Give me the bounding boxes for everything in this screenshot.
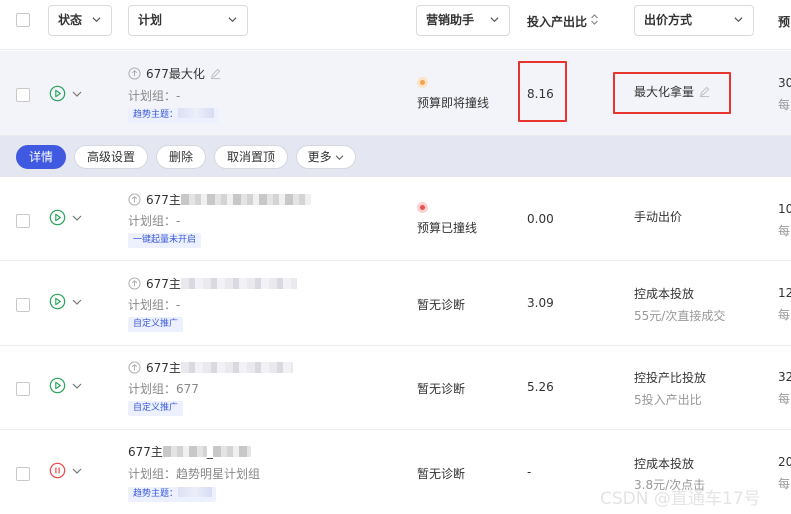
plan-tag: 自定义推广 (128, 317, 184, 332)
unpin-button[interactable]: 取消置顶 (214, 145, 288, 169)
danger-dot (417, 202, 428, 213)
budget-value: 20 (778, 455, 791, 469)
chevron-down-icon (92, 17, 101, 23)
budget-value: 12 (778, 286, 791, 300)
marketing-assistant-dropdown[interactable]: 营销助手 (416, 5, 510, 36)
plan-name[interactable]: 677主 (128, 191, 311, 208)
bid-target: 5投入产出比 (634, 393, 702, 407)
chevron-down-icon[interactable] (72, 467, 82, 475)
roi-value: - (527, 465, 532, 479)
row-checkbox[interactable] (16, 298, 30, 312)
plan-group: 计划组：- (128, 298, 181, 312)
plan-tag: 趋势主题： (128, 487, 216, 502)
table-row[interactable]: 677主 计划组：677 自定义推广 暂无诊断 5.26 控投产比投放 5投入产… (0, 346, 791, 430)
details-button[interactable]: 详情 (16, 145, 66, 169)
plan-tag: 趋势主题： (128, 108, 218, 123)
assistant-status[interactable]: 暂无诊断 (417, 380, 465, 397)
budget-sub: 每 (778, 308, 791, 322)
plan-filter-label: 计划 (138, 13, 163, 27)
plan-group: 计划组：趋势明星计划组 (128, 467, 261, 481)
edit-icon[interactable] (209, 67, 222, 80)
budget-value: 30 (778, 76, 791, 90)
more-label: 更多 (307, 150, 332, 164)
plan-name[interactable]: 677主 _ (128, 443, 251, 460)
chevron-down-icon[interactable] (72, 382, 82, 390)
pin-top-icon (128, 193, 141, 206)
plan-name[interactable]: 677最大化 (128, 65, 222, 82)
budget-sub: 每 (778, 392, 791, 406)
roi-column-header[interactable]: 投入产出比 (527, 13, 587, 30)
chevron-down-icon[interactable] (72, 90, 82, 98)
warning-dot (417, 77, 428, 88)
status-filter-dropdown[interactable]: 状态 (48, 5, 112, 36)
pin-top-icon (128, 277, 141, 290)
budget-sub: 每 (778, 224, 791, 238)
assistant-status[interactable]: 暂无诊断 (417, 296, 465, 313)
roi-value: 0.00 (527, 212, 554, 226)
status-filter-label: 状态 (58, 13, 83, 27)
chevron-down-icon (490, 17, 499, 23)
row-action-bar: 详情 高级设置 删除 取消置顶 更多 (0, 136, 791, 177)
assistant-status[interactable]: 预算即将撞线 (417, 94, 489, 111)
table-row[interactable]: 677主 计划组：- 自定义推广 暂无诊断 3.09 控成本投放 55元/次直接… (0, 261, 791, 346)
assistant-status[interactable]: 预算已撞线 (417, 219, 477, 236)
more-button[interactable]: 更多 (296, 145, 356, 169)
plan-tag: 一键起量未开启 (128, 233, 202, 248)
plan-name-text: 677主 (146, 193, 181, 207)
plan-tag: 自定义推广 (128, 401, 184, 416)
plan-name-text: 677最大化 (146, 67, 205, 81)
plan-name[interactable]: 677主 (128, 359, 293, 376)
bid-method-label: 出价方式 (644, 13, 693, 27)
bid-method[interactable]: 控成本投放 (634, 455, 694, 472)
highlight-box-bid (613, 72, 731, 114)
chevron-down-icon (336, 155, 344, 160)
budget-value: 32 (778, 370, 791, 384)
play-icon[interactable] (49, 377, 66, 394)
chevron-down-icon[interactable] (72, 298, 82, 306)
advanced-settings-button[interactable]: 高级设置 (74, 145, 148, 169)
pin-top-icon (128, 67, 141, 80)
plan-name-text: 677主 (146, 361, 181, 375)
assistant-status[interactable]: 暂无诊断 (417, 465, 465, 482)
plan-group: 计划组：- (128, 214, 181, 228)
budget-column-header: 预 (778, 15, 791, 29)
chevron-down-icon (734, 17, 743, 23)
chevron-down-icon[interactable] (72, 214, 82, 222)
bid-target: 55元/次直接成交 (634, 309, 726, 323)
row-checkbox[interactable] (16, 214, 30, 228)
roi-value: 3.09 (527, 296, 554, 310)
plan-name-text: 677主 (128, 445, 163, 459)
sort-icon[interactable] (590, 13, 599, 26)
row-checkbox[interactable] (16, 88, 30, 102)
plan-name[interactable]: 677主 (128, 275, 297, 292)
table-row[interactable]: 677主 计划组：- 一键起量未开启 预算已撞线 0.00 手动出价 10 每 (0, 177, 791, 261)
highlight-box-roi (518, 61, 567, 122)
budget-sub: 每 (778, 98, 791, 112)
bid-method-dropdown[interactable]: 出价方式 (634, 5, 754, 36)
plan-filter-dropdown[interactable]: 计划 (128, 5, 248, 36)
marketing-assistant-label: 营销助手 (426, 13, 475, 27)
bid-method[interactable]: 控投产比投放 (634, 369, 706, 386)
play-icon[interactable] (49, 85, 66, 102)
watermark: CSDN @直通车17号 (600, 489, 761, 509)
pause-icon[interactable] (49, 462, 66, 479)
play-icon[interactable] (49, 209, 66, 226)
budget-sub: 每 (778, 477, 791, 491)
row-checkbox[interactable] (16, 467, 30, 481)
bid-method[interactable]: 手动出价 (634, 208, 682, 225)
roi-value: 5.26 (527, 380, 554, 394)
table-header: 状态 计划 营销助手 投入产出比 出价方式 预 (0, 0, 791, 50)
chevron-down-icon (228, 17, 237, 23)
row-checkbox[interactable] (16, 382, 30, 396)
budget-value: 10 (778, 202, 791, 216)
bid-method[interactable]: 控成本投放 (634, 285, 694, 302)
delete-button[interactable]: 删除 (156, 145, 206, 169)
select-all-checkbox[interactable] (16, 13, 30, 27)
plan-group: 计划组：- (128, 89, 181, 103)
plan-group: 计划组：677 (128, 382, 199, 396)
pin-top-icon (128, 361, 141, 374)
play-icon[interactable] (49, 293, 66, 310)
plan-name-text: 677主 (146, 277, 181, 291)
